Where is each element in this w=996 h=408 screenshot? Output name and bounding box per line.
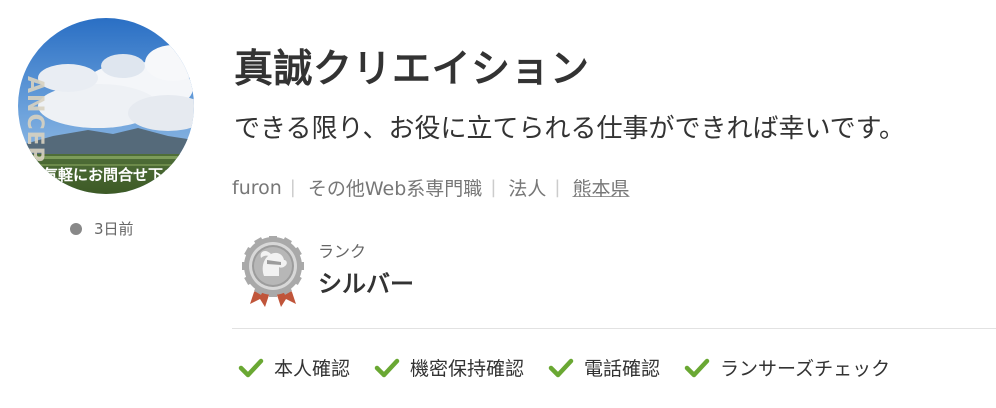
- profile-catchphrase: できる限り、お役に立てられる仕事ができれば幸いです。: [234, 114, 906, 144]
- last-active-text: 3日前: [94, 220, 134, 238]
- verification-label: ランサーズチェック: [720, 358, 891, 380]
- meta-separator: |: [490, 177, 497, 198]
- meta-category: その他Web系専門職: [307, 178, 483, 200]
- verification-label: 本人確認: [274, 358, 351, 380]
- avatar-overlay-text: お気軽にお問合せ下さい: [28, 166, 193, 184]
- verification-nda: 機密保持確認: [374, 354, 524, 381]
- profile-name[interactable]: 真誠クリエイション: [234, 38, 590, 94]
- meta-separator: |: [554, 177, 561, 198]
- verification-label: 機密保持確認: [410, 358, 525, 380]
- check-icon: [374, 358, 400, 377]
- verification-lancers-check: ランサーズチェック: [684, 354, 890, 381]
- silver-rank-medal-icon: [242, 236, 304, 307]
- profile-avatar[interactable]: ANCERS お気軽にお問合せ下さい: [18, 18, 194, 194]
- meta-username: furon: [232, 176, 282, 199]
- check-icon: [238, 358, 264, 377]
- check-icon: [684, 358, 710, 377]
- verification-label: 電話確認: [584, 358, 661, 380]
- last-active-status: 3日前: [70, 218, 134, 239]
- verification-identity: 本人確認: [238, 354, 350, 381]
- profile-meta: furon | その他Web系専門職 | 法人 | 熊本県: [232, 174, 630, 201]
- avatar-landscape-image: ANCERS お気軽にお問合せ下さい: [18, 18, 194, 194]
- meta-separator: |: [289, 177, 296, 198]
- profile-card: ANCERS お気軽にお問合せ下さい 3日前 真誠クリエイション できる限り、お…: [0, 0, 996, 408]
- rank-label: ランク: [318, 242, 367, 261]
- verification-phone: 電話確認: [548, 354, 660, 381]
- meta-location-link[interactable]: 熊本県: [572, 174, 629, 201]
- status-dot-icon: [70, 222, 82, 235]
- meta-type: 法人: [508, 178, 547, 200]
- rank-value: シルバー: [318, 270, 414, 298]
- verification-list: 本人確認 機密保持確認 電話確認 ランサーズチェック: [238, 354, 914, 381]
- check-icon: [548, 358, 574, 377]
- section-divider: [232, 328, 996, 329]
